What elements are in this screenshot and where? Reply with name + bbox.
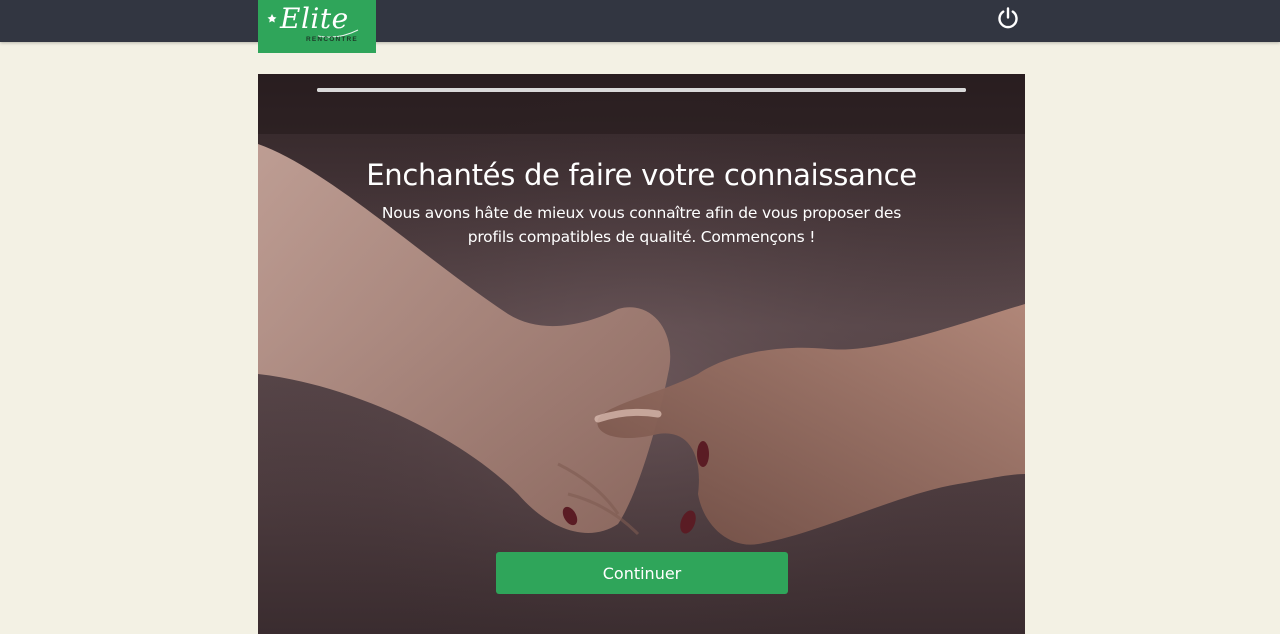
top-navigation-bar — [0, 0, 1280, 42]
progress-fill — [317, 88, 966, 92]
continue-button[interactable]: Continuer — [496, 552, 788, 594]
onboarding-progress-bar — [317, 88, 966, 92]
brand-logo[interactable]: Elite RENCONTRE — [258, 0, 376, 53]
power-icon[interactable] — [996, 6, 1020, 30]
onboarding-subtitle: Nous avons hâte de mieux vous connaître … — [381, 204, 902, 246]
logo-subtitle: RENCONTRE — [306, 36, 358, 43]
logo-wordmark: Elite — [280, 2, 349, 35]
onboarding-title: Enchantés de faire votre connaissance — [366, 158, 917, 192]
onboarding-card: Enchantés de faire votre connaissance No… — [258, 74, 1025, 634]
